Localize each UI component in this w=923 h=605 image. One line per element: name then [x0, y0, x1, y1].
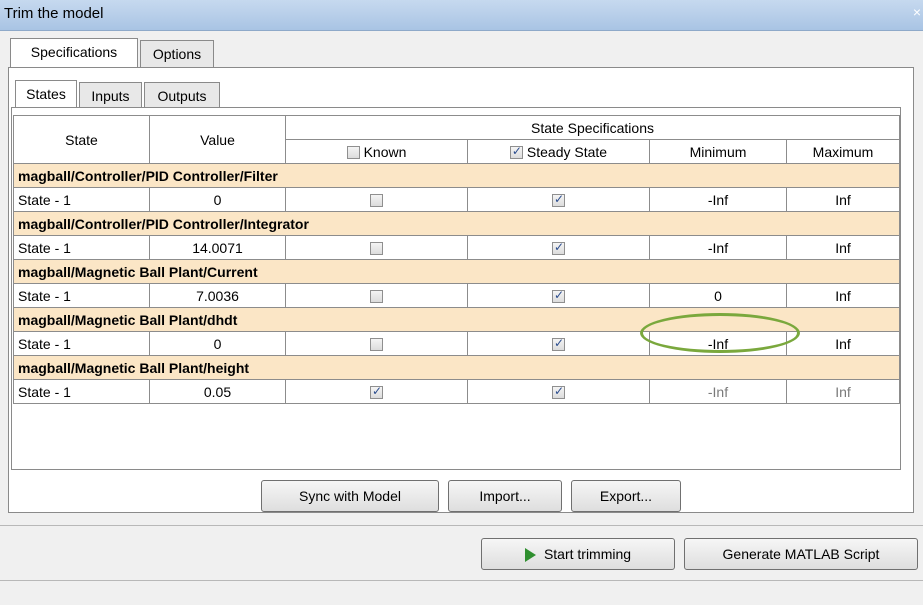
table-row[interactable]: State - 1 0.05 -Inf Inf	[13, 379, 901, 404]
steady-state-checkbox[interactable]	[552, 384, 565, 400]
value-cell[interactable]: 14.0071	[149, 235, 286, 260]
known-cell[interactable]	[285, 379, 468, 404]
maximum-cell[interactable]: Inf	[785, 379, 901, 404]
close-icon[interactable]: ×	[913, 4, 921, 20]
maximum-cell[interactable]: Inf	[785, 235, 901, 260]
import-button[interactable]: Import...	[448, 480, 562, 512]
column-header-steady-state[interactable]: Steady State	[467, 139, 650, 164]
column-header-steady-label: Steady State	[526, 143, 608, 160]
sync-with-model-button[interactable]: Sync with Model	[261, 480, 439, 512]
known-cell[interactable]	[285, 331, 468, 356]
state-cell[interactable]: State - 1	[13, 187, 150, 212]
header-steady-state-checkbox[interactable]	[509, 144, 523, 160]
value-cell[interactable]: 7.0036	[149, 283, 286, 308]
tab-states[interactable]: States	[15, 80, 77, 108]
steady-state-cell[interactable]	[467, 379, 650, 404]
header-known-checkbox[interactable]	[346, 146, 360, 160]
group-row: magball/Magnetic Ball Plant/height	[12, 355, 901, 380]
maximum-cell[interactable]: Inf	[785, 187, 901, 212]
maximum-cell[interactable]: Inf	[785, 283, 901, 308]
minimum-cell[interactable]: -Inf	[649, 235, 787, 260]
steady-state-checkbox[interactable]	[552, 336, 565, 352]
divider	[0, 525, 923, 526]
column-header-maximum[interactable]: Maximum	[785, 139, 901, 164]
tab-specifications[interactable]: Specifications	[10, 38, 138, 68]
column-header-known-label: Known	[363, 143, 407, 160]
column-group-state-specifications: State Specifications	[284, 115, 901, 140]
state-cell[interactable]: State - 1	[13, 379, 150, 404]
column-header-minimum[interactable]: Minimum	[649, 139, 787, 164]
known-checkbox[interactable]	[370, 384, 383, 400]
minimum-cell[interactable]: -Inf	[649, 379, 787, 404]
steady-state-cell[interactable]	[467, 235, 650, 260]
tab-options[interactable]: Options	[140, 40, 214, 67]
known-cell[interactable]	[285, 283, 468, 308]
export-button[interactable]: Export...	[571, 480, 681, 512]
tab-outputs[interactable]: Outputs	[144, 82, 220, 108]
window-title: Trim the model	[4, 5, 104, 22]
minimum-cell[interactable]: 0	[649, 283, 787, 308]
start-trimming-label: Start trimming	[543, 546, 632, 562]
value-cell[interactable]: 0	[149, 331, 286, 356]
value-cell[interactable]: 0.05	[149, 379, 286, 404]
table-row[interactable]: State - 1 7.0036 0 Inf	[13, 283, 901, 308]
column-header-value[interactable]: Value	[149, 115, 286, 164]
state-cell[interactable]: State - 1	[13, 331, 150, 356]
steady-state-cell[interactable]	[467, 283, 650, 308]
steady-state-checkbox[interactable]	[552, 240, 565, 256]
minimum-highlight-annotation	[640, 313, 800, 353]
column-header-state[interactable]: State	[13, 115, 150, 164]
generate-matlab-script-button[interactable]: Generate MATLAB Script	[684, 538, 918, 570]
state-specifications-table: State Value State Specifications Known S…	[12, 115, 901, 404]
steady-state-checkbox[interactable]	[552, 192, 565, 208]
steady-state-checkbox[interactable]	[552, 288, 565, 304]
known-checkbox[interactable]	[370, 338, 383, 352]
steady-state-cell[interactable]	[467, 331, 650, 356]
group-row: magball/Controller/PID Controller/Filter	[12, 163, 901, 188]
table-row[interactable]: State - 1 14.0071 -Inf Inf	[13, 235, 901, 260]
group-row: magball/Controller/PID Controller/Integr…	[12, 211, 901, 236]
known-checkbox[interactable]	[370, 194, 383, 208]
minimum-cell[interactable]: -Inf	[649, 187, 787, 212]
tab-inputs[interactable]: Inputs	[79, 82, 142, 108]
steady-state-cell[interactable]	[467, 187, 650, 212]
start-trimming-button[interactable]: Start trimming	[481, 538, 675, 570]
known-checkbox[interactable]	[370, 242, 383, 256]
state-cell[interactable]: State - 1	[13, 235, 150, 260]
known-checkbox[interactable]	[370, 290, 383, 304]
column-header-known[interactable]: Known	[285, 139, 468, 164]
divider	[0, 580, 923, 581]
known-cell[interactable]	[285, 235, 468, 260]
known-cell[interactable]	[285, 187, 468, 212]
maximum-cell[interactable]: Inf	[785, 331, 901, 356]
value-cell[interactable]: 0	[149, 187, 286, 212]
group-row: magball/Magnetic Ball Plant/Current	[12, 259, 901, 284]
table-row[interactable]: State - 1 0 -Inf Inf	[13, 187, 901, 212]
title-bar: Trim the model ×	[0, 0, 923, 31]
play-icon	[524, 548, 536, 563]
state-cell[interactable]: State - 1	[13, 283, 150, 308]
